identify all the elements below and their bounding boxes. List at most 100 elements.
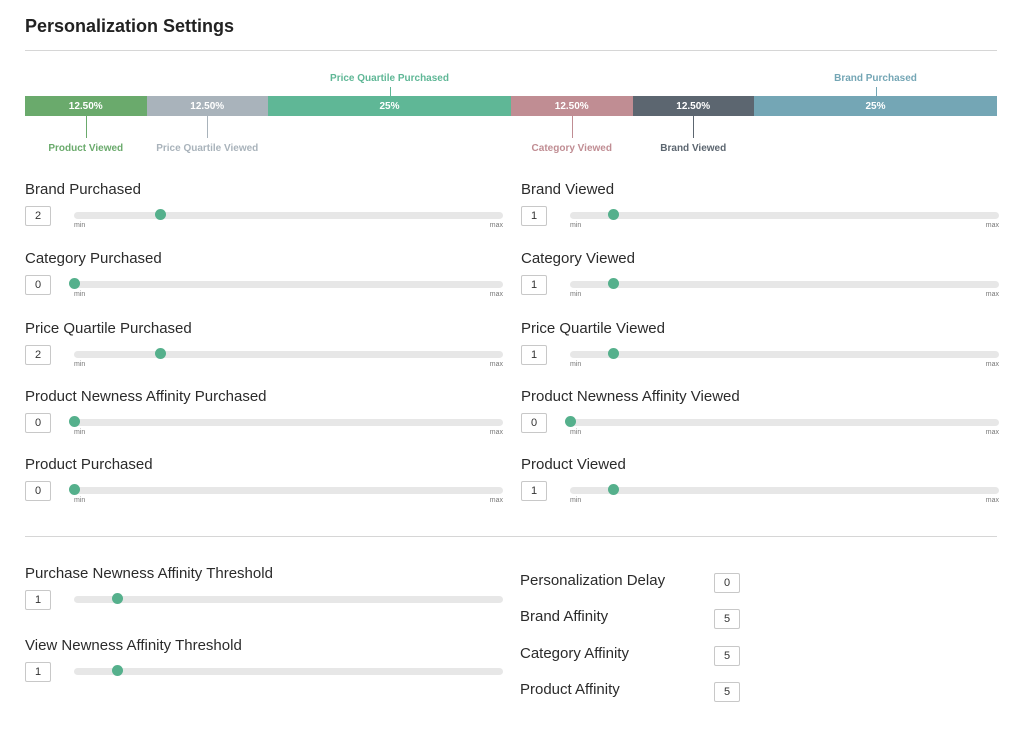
slider-track[interactable] bbox=[74, 487, 503, 494]
slider-setting: View Newness Affinity Threshold 1 bbox=[25, 637, 503, 697]
distribution-segment: 25% bbox=[754, 96, 997, 116]
distribution-leader-line bbox=[571, 116, 573, 138]
slider-setting: Brand Viewed 1 min max bbox=[521, 181, 999, 241]
distribution-leader-line bbox=[85, 116, 87, 138]
slider-value-input[interactable]: 2 bbox=[25, 345, 51, 365]
slider-handle[interactable] bbox=[69, 484, 80, 495]
slider-min-label: min bbox=[570, 361, 582, 368]
distribution-segment-label: Brand Viewed bbox=[660, 143, 727, 154]
slider-max-label: max bbox=[489, 222, 503, 229]
slider-setting: Brand Purchased 2 min max bbox=[25, 181, 503, 241]
slider-setting: Category Purchased 0 min max bbox=[25, 250, 503, 310]
slider-value-input[interactable]: 1 bbox=[25, 662, 51, 682]
distribution-segment: 12.50% bbox=[146, 96, 268, 116]
affinity-label: Brand Affinity bbox=[520, 608, 609, 625]
section-divider bbox=[25, 536, 997, 537]
slider-min-label: min bbox=[74, 361, 86, 368]
slider-track[interactable] bbox=[74, 596, 503, 603]
distribution-segment-label: Brand Purchased bbox=[834, 73, 917, 84]
slider-min-label: min bbox=[74, 497, 86, 504]
distribution-segment-label: Price Quartile Purchased bbox=[330, 73, 449, 84]
slider-label: Purchase Newness Affinity Threshold bbox=[25, 565, 273, 582]
slider-value-input[interactable]: 0 bbox=[25, 413, 51, 433]
slider-track[interactable] bbox=[570, 351, 999, 358]
affinity-label: Category Affinity bbox=[520, 645, 629, 662]
distribution-leader-line bbox=[693, 116, 695, 138]
slider-max-label: max bbox=[489, 291, 503, 298]
slider-handle[interactable] bbox=[607, 348, 619, 359]
slider-value-input[interactable]: 0 bbox=[25, 481, 51, 501]
slider-min-label: min bbox=[570, 291, 582, 298]
slider-track[interactable] bbox=[74, 668, 503, 675]
distribution-segment: 12.50% bbox=[25, 96, 147, 116]
slider-max-label: max bbox=[985, 291, 999, 298]
slider-handle[interactable] bbox=[565, 416, 576, 427]
slider-max-label: max bbox=[985, 429, 999, 436]
slider-track[interactable] bbox=[570, 281, 999, 288]
distribution-segment: 12.50% bbox=[511, 96, 633, 116]
slider-setting: Product Newness Affinity Purchased 0 min ma… bbox=[25, 388, 503, 448]
slider-track[interactable] bbox=[74, 351, 503, 358]
slider-label: Price Quartile Viewed bbox=[521, 320, 665, 337]
slider-setting: Product Purchased 0 min max bbox=[25, 456, 503, 516]
affinity-value-input[interactable]: 5 bbox=[714, 646, 740, 666]
slider-setting: Price Quartile Viewed 1 min max bbox=[521, 320, 999, 380]
slider-label: Brand Purchased bbox=[25, 181, 141, 198]
slider-min-label: min bbox=[570, 222, 582, 229]
slider-label: View Newness Affinity Threshold bbox=[25, 637, 242, 654]
slider-min-label: min bbox=[74, 291, 86, 298]
distribution-leader-line bbox=[875, 87, 877, 96]
slider-max-label: max bbox=[985, 361, 999, 368]
header-divider bbox=[25, 50, 997, 51]
slider-max-label: max bbox=[489, 497, 503, 504]
slider-label: Product Newness Affinity Viewed bbox=[521, 388, 740, 405]
slider-setting: Product Newness Affinity Viewed 0 min max bbox=[521, 388, 999, 448]
slider-track[interactable] bbox=[570, 212, 999, 219]
slider-handle[interactable] bbox=[111, 593, 123, 604]
distribution-leader-line bbox=[389, 87, 391, 96]
slider-label: Brand Viewed bbox=[521, 181, 615, 198]
affinity-label: Personalization Delay bbox=[520, 572, 666, 589]
affinity-value-input[interactable]: 5 bbox=[714, 609, 740, 629]
distribution-segment-label: Price Quartile Viewed bbox=[156, 143, 259, 154]
slider-label: Price Quartile Purchased bbox=[25, 320, 192, 337]
slider-track[interactable] bbox=[74, 212, 503, 219]
slider-value-input[interactable]: 1 bbox=[521, 345, 547, 365]
slider-min-label: min bbox=[570, 429, 582, 436]
slider-value-input[interactable]: 1 bbox=[25, 590, 51, 610]
slider-handle[interactable] bbox=[69, 278, 80, 289]
slider-label: Product Purchased bbox=[25, 456, 153, 473]
slider-setting: Category Viewed 1 min max bbox=[521, 250, 999, 310]
slider-label: Category Purchased bbox=[25, 250, 162, 267]
slider-value-input[interactable]: 0 bbox=[25, 275, 51, 295]
slider-value-input[interactable]: 1 bbox=[521, 481, 547, 501]
slider-setting: Price Quartile Purchased 2 min max bbox=[25, 320, 503, 380]
slider-handle[interactable] bbox=[69, 416, 80, 427]
distribution-segment: 12.50% bbox=[632, 96, 754, 116]
slider-max-label: max bbox=[489, 429, 503, 436]
slider-label: Product Viewed bbox=[521, 456, 626, 473]
slider-max-label: max bbox=[489, 361, 503, 368]
slider-value-input[interactable]: 1 bbox=[521, 275, 547, 295]
distribution-segment-label: Category Viewed bbox=[531, 143, 612, 154]
affinity-value-input[interactable]: 0 bbox=[714, 573, 740, 593]
slider-handle[interactable] bbox=[607, 484, 619, 495]
slider-handle[interactable] bbox=[154, 209, 166, 220]
slider-track[interactable] bbox=[570, 487, 999, 494]
distribution-segment: 25% bbox=[268, 96, 511, 116]
slider-handle[interactable] bbox=[607, 278, 619, 289]
slider-handle[interactable] bbox=[607, 209, 619, 220]
slider-handle[interactable] bbox=[154, 348, 166, 359]
slider-track[interactable] bbox=[74, 419, 503, 426]
slider-track[interactable] bbox=[570, 419, 999, 426]
slider-value-input[interactable]: 0 bbox=[521, 413, 547, 433]
slider-handle[interactable] bbox=[111, 665, 123, 676]
slider-track[interactable] bbox=[74, 281, 503, 288]
slider-min-label: min bbox=[74, 222, 86, 229]
slider-max-label: max bbox=[985, 497, 999, 504]
affinity-value-input[interactable]: 5 bbox=[714, 682, 740, 702]
slider-value-input[interactable]: 2 bbox=[25, 206, 51, 226]
slider-min-label: min bbox=[74, 429, 86, 436]
slider-label: Category Viewed bbox=[521, 250, 635, 267]
slider-value-input[interactable]: 1 bbox=[521, 206, 547, 226]
